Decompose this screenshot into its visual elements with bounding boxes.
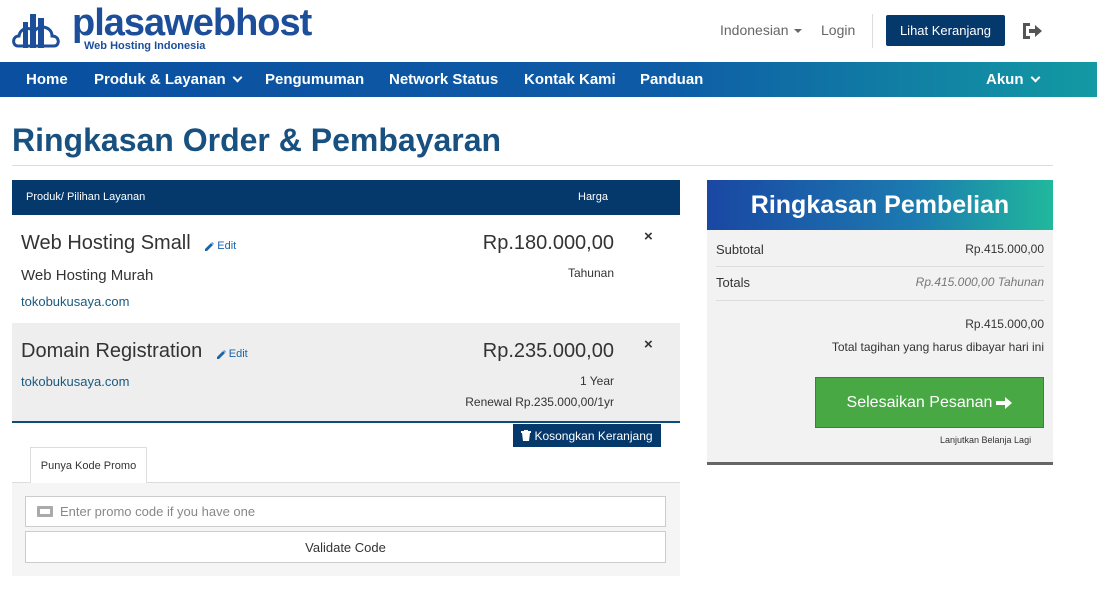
nav-contact[interactable]: Kontak Kami xyxy=(524,71,616,88)
login-link[interactable]: Login xyxy=(821,22,855,38)
item-billing-cycle: Tahunan xyxy=(567,266,614,280)
item-price: Rp.235.000,00 xyxy=(482,340,614,362)
item-name: Domain Registration Edit xyxy=(21,340,248,363)
edit-label: Edit xyxy=(217,240,237,252)
price-column-header: Harga xyxy=(578,191,608,203)
logout-icon[interactable] xyxy=(1021,21,1043,41)
product-column-header: Produk/ Pilihan Layanan xyxy=(26,191,146,203)
brand-logo[interactable]: plasawebhost Web Hosting Indonesia xyxy=(12,2,312,54)
item-name: Web Hosting Small Edit xyxy=(21,232,236,255)
trash-icon xyxy=(521,430,532,441)
title-divider xyxy=(12,165,1053,166)
cloud-building-icon xyxy=(12,14,60,48)
item-domain: tokobukusaya.com xyxy=(21,294,130,309)
brand-tagline: Web Hosting Indonesia xyxy=(84,40,206,52)
pencil-icon xyxy=(216,349,226,359)
totals-value: Rp.415.000,00 Tahunan xyxy=(915,275,1044,289)
due-amount: Rp.415.000,00 xyxy=(965,317,1044,331)
main-nav: Home Produk & Layanan Pengumuman Network… xyxy=(0,62,1097,97)
edit-label: Edit xyxy=(228,348,248,360)
item-renewal: Renewal Rp.235.000,00/1yr xyxy=(465,395,614,409)
empty-cart-label: Kosongkan Keranjang xyxy=(534,428,653,443)
subtotal-label: Subtotal xyxy=(716,242,764,257)
totals-label: Totals xyxy=(716,275,750,290)
view-cart-button[interactable]: Lihat Keranjang xyxy=(886,15,1005,46)
checkout-button[interactable]: Selesaikan Pesanan xyxy=(815,377,1044,428)
order-summary: Ringkasan Pembelian Subtotal Rp.415.000,… xyxy=(707,180,1053,465)
remove-item-button[interactable]: × xyxy=(644,336,653,353)
item-domain: tokobukusaya.com xyxy=(21,374,130,389)
cart-table-header: Produk/ Pilihan Layanan Harga xyxy=(12,180,680,215)
item-name-text: Web Hosting Small xyxy=(21,232,191,254)
ticket-icon xyxy=(37,506,53,517)
nav-guide[interactable]: Panduan xyxy=(640,71,703,88)
brand-name: plasawebhost xyxy=(72,2,312,44)
nav-account-label: Akun xyxy=(986,71,1024,88)
nav-products[interactable]: Produk & Layanan xyxy=(94,71,243,88)
chevron-down-icon xyxy=(232,72,243,83)
tab-promo-code[interactable]: Punya Kode Promo xyxy=(30,447,147,483)
nav-network-status[interactable]: Network Status xyxy=(389,71,498,88)
summary-divider xyxy=(716,266,1044,267)
due-label: Total tagihan yang harus dibayar hari in… xyxy=(831,340,1044,354)
promo-code-input[interactable]: Enter promo code if you have one xyxy=(25,496,666,527)
nav-announcements[interactable]: Pengumuman xyxy=(265,71,364,88)
continue-shopping-link[interactable]: Lanjutkan Belanja Lagi xyxy=(940,435,1031,445)
nav-products-label: Produk & Layanan xyxy=(94,71,226,88)
edit-link[interactable]: Edit xyxy=(204,240,236,252)
language-dropdown[interactable]: Indonesian xyxy=(720,22,802,38)
validate-code-button[interactable]: Validate Code xyxy=(25,531,666,563)
summary-title: Ringkasan Pembelian xyxy=(707,180,1053,230)
edit-link[interactable]: Edit xyxy=(216,348,248,360)
language-label: Indonesian xyxy=(720,22,789,38)
site-header: plasawebhost Web Hosting Indonesia Indon… xyxy=(0,0,1097,62)
item-price: Rp.180.000,00 xyxy=(482,232,614,254)
summary-divider xyxy=(716,300,1044,301)
item-billing-cycle: 1 Year xyxy=(579,374,614,388)
header-divider xyxy=(872,14,873,48)
arrow-right-icon xyxy=(996,396,1013,409)
checkout-label: Selesaikan Pesanan xyxy=(846,393,993,411)
remove-item-button[interactable]: × xyxy=(644,228,653,245)
page-title: Ringkasan Order & Pembayaran xyxy=(12,122,502,158)
empty-cart-button[interactable]: Kosongkan Keranjang xyxy=(513,424,661,447)
item-name-text: Domain Registration xyxy=(21,340,203,362)
chevron-down-icon xyxy=(1030,72,1040,83)
caret-down-icon xyxy=(793,29,802,34)
nav-account[interactable]: Akun xyxy=(986,71,1040,88)
cart-item: Web Hosting Small Edit Web Hosting Murah… xyxy=(12,215,680,323)
cart-item: Domain Registration Edit tokobukusaya.co… xyxy=(12,323,680,423)
item-subtitle: Web Hosting Murah xyxy=(21,267,154,284)
pencil-icon xyxy=(205,241,215,251)
subtotal-value: Rp.415.000,00 xyxy=(965,242,1044,256)
nav-home[interactable]: Home xyxy=(26,71,68,88)
